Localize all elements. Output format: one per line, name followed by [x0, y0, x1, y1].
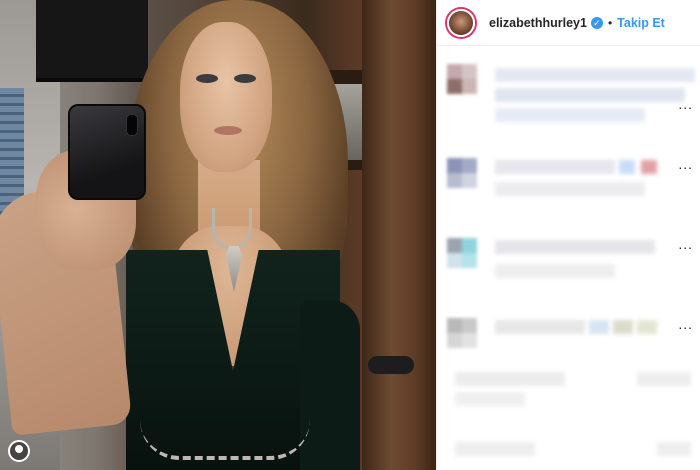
subject-chain-belt	[140, 420, 310, 460]
subject-lips	[214, 126, 242, 135]
separator-dot: •	[607, 15, 613, 30]
more-options-button[interactable]: ...	[678, 96, 693, 112]
phone-camera-icon	[126, 114, 138, 136]
avatar[interactable]	[447, 8, 475, 37]
avatar[interactable]	[447, 318, 477, 348]
subject-right-eye	[234, 74, 256, 83]
list-item: ...	[437, 232, 700, 302]
avatar[interactable]	[447, 158, 477, 188]
follow-button[interactable]: Takip Et	[617, 16, 665, 30]
instagram-logo-icon	[8, 440, 30, 462]
post-side-panel: elizabethhurley1 ✓ • Takip Et ... ... ..…	[436, 0, 700, 470]
subject-left-eye	[196, 74, 218, 83]
instagram-post-frame: elizabethhurley1 ✓ • Takip Et ... ... ..…	[0, 0, 700, 470]
list-item: ...	[437, 60, 700, 130]
door-handle	[368, 356, 414, 374]
avatar[interactable]	[447, 64, 477, 94]
list-item: ...	[437, 312, 700, 372]
username-link[interactable]: elizabethhurley1	[489, 16, 587, 30]
subject-necklace	[212, 208, 252, 250]
list-item	[437, 366, 700, 416]
avatar[interactable]	[447, 238, 477, 268]
list-item: ...	[437, 150, 700, 220]
subject-face	[180, 22, 272, 172]
more-options-button[interactable]: ...	[678, 156, 693, 172]
more-options-button[interactable]: ...	[678, 236, 693, 252]
post-photo[interactable]	[0, 0, 436, 470]
more-options-button[interactable]: ...	[678, 316, 693, 332]
list-item	[437, 438, 700, 468]
post-header: elizabethhurley1 ✓ • Takip Et	[437, 0, 700, 46]
background-door	[362, 0, 436, 470]
background-tv	[36, 0, 148, 82]
verified-badge-icon: ✓	[590, 16, 603, 29]
subject-sleeve	[300, 300, 360, 470]
